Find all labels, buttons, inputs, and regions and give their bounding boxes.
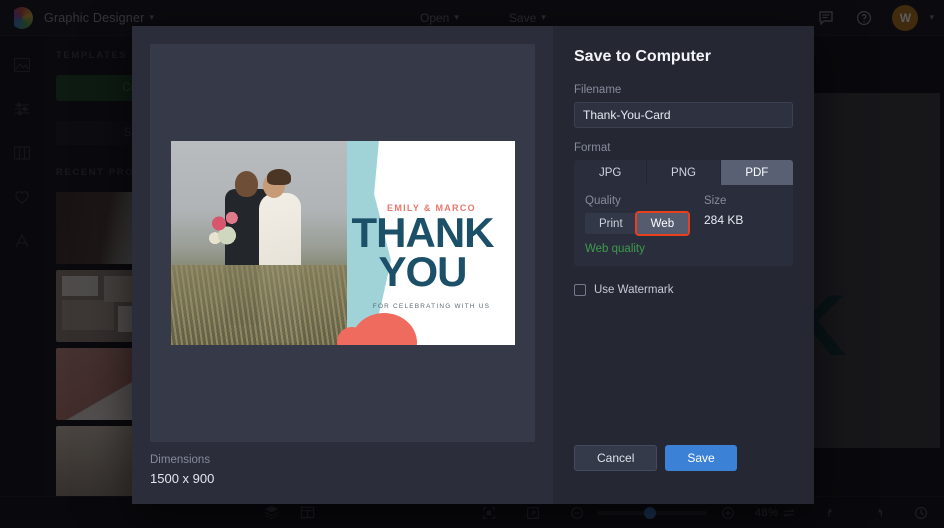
quality-options: Print Web <box>585 211 704 236</box>
format-segmented-control: JPG PNG PDF <box>574 160 793 185</box>
dialog-actions: Cancel Save <box>574 445 737 471</box>
quality-label: Quality <box>585 195 621 207</box>
card-headline-line2: YOU <box>378 248 467 295</box>
card-subtitle: FOR CELEBRATING WITH US <box>372 303 491 310</box>
card-preview: EMILY & MARCO THANK YOU FOR CELEBRATING … <box>170 141 515 345</box>
format-option-pdf[interactable]: PDF <box>720 160 793 185</box>
size-column: Size 284 KB <box>704 195 782 234</box>
filename-input[interactable]: Thank-You-Card <box>574 102 793 128</box>
size-value: 284 KB <box>704 213 744 227</box>
dialog-form-pane: Save to Computer Filename Thank-You-Card… <box>553 26 814 504</box>
quality-panel: Quality Print Web Size 284 KB Web qualit… <box>574 185 793 266</box>
preview-frame: EMILY & MARCO THANK YOU FOR CELEBRATING … <box>150 44 535 442</box>
filename-label: Filename <box>574 84 622 96</box>
save-button[interactable]: Save <box>665 445 737 471</box>
quality-column: Quality Print Web <box>585 195 704 236</box>
watermark-row[interactable]: Use Watermark <box>574 284 793 296</box>
dimensions-label: Dimensions <box>150 454 211 466</box>
dimensions-value: 1500 x 900 <box>150 471 215 486</box>
watermark-label: Use Watermark <box>594 284 674 296</box>
bouquet <box>206 205 247 251</box>
dialog-preview-pane: EMILY & MARCO THANK YOU FOR CELEBRATING … <box>132 26 553 504</box>
quality-hint: Web quality <box>585 243 645 255</box>
format-option-png[interactable]: PNG <box>647 160 721 185</box>
quality-size-row: Quality Print Web Size 284 KB <box>585 195 782 236</box>
quality-option-print[interactable]: Print <box>585 213 637 234</box>
app-root: K s Graphic Designer ▾ Open ▾ Save ▾ <box>0 0 944 528</box>
cancel-button[interactable]: Cancel <box>574 445 658 471</box>
watermark-checkbox[interactable] <box>574 284 586 296</box>
dialog-title: Save to Computer <box>574 48 711 65</box>
card-headline: THANK YOU <box>333 212 513 293</box>
groom-head <box>234 171 258 197</box>
size-label: Size <box>704 195 727 207</box>
bride-hair <box>266 169 291 185</box>
format-option-jpg[interactable]: JPG <box>574 160 648 185</box>
format-label: Format <box>574 142 611 154</box>
quality-option-web[interactable]: Web <box>634 211 691 236</box>
save-to-computer-dialog: EMILY & MARCO THANK YOU FOR CELEBRATING … <box>132 26 814 504</box>
